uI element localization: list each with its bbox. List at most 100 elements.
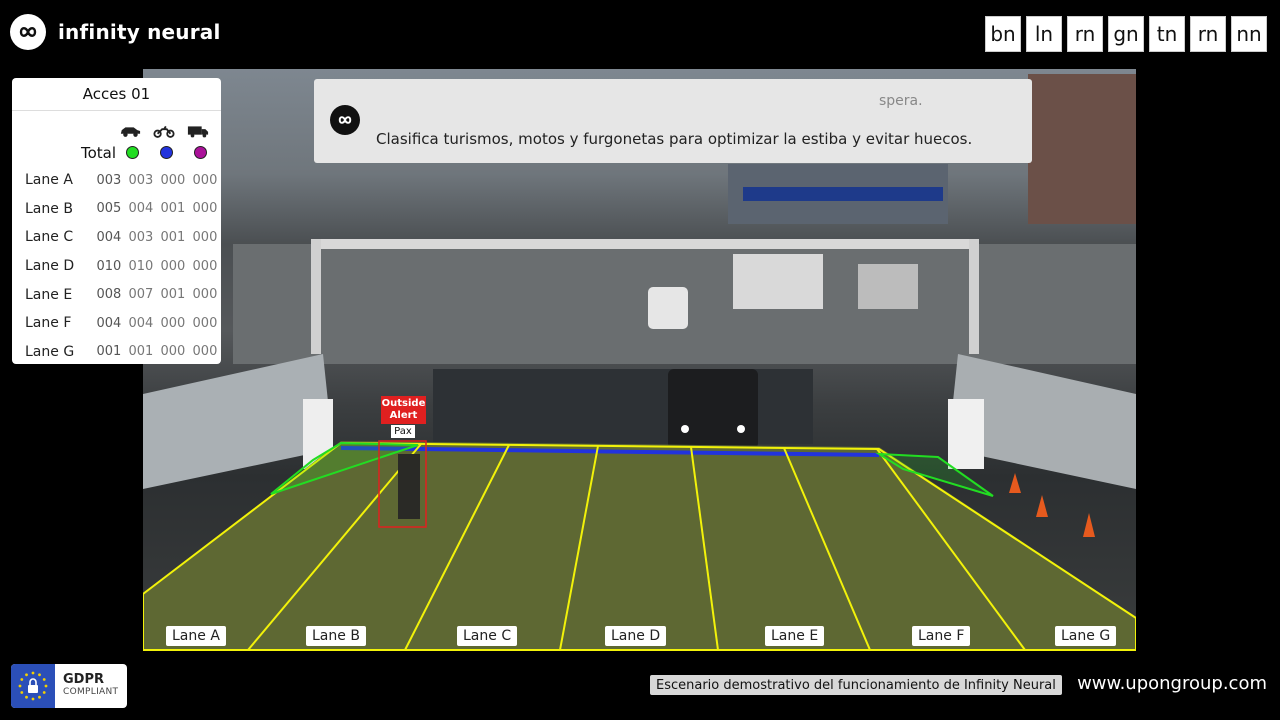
pedestrian [398, 454, 420, 519]
total-count: 003 [96, 172, 122, 188]
infinity-logo-icon [10, 14, 46, 50]
van-count: 000 [192, 344, 218, 360]
banner-text: Clasifica turismos, motos y furgonetas p… [376, 130, 973, 148]
moto-count: 001 [160, 201, 186, 217]
car-icon [120, 127, 141, 137]
total-count: 004 [96, 229, 122, 245]
white-car [648, 287, 688, 329]
van [858, 264, 918, 309]
top-tabs: bn ln rn gn tn rn nn [985, 16, 1267, 52]
lane-name: Lane A [25, 172, 73, 189]
total-count: 005 [96, 201, 122, 217]
van-count: 000 [192, 229, 218, 245]
demo-caption: Escenario demostrativo del funcionamient… [650, 675, 1062, 695]
lane-label-a: Lane A [166, 626, 226, 646]
lane-name: Lane E [25, 286, 73, 303]
gate-post-right [969, 239, 979, 354]
moto-count: 000 [160, 258, 186, 274]
infinity-logo-icon [330, 105, 360, 135]
right-booth [948, 399, 984, 469]
dark-car [668, 369, 758, 449]
tab-nn[interactable]: nn [1231, 16, 1267, 52]
lane-label-g: Lane G [1055, 626, 1117, 646]
table-row: Lane A 003 003 000 000 [12, 166, 221, 195]
van-dot [194, 146, 207, 159]
vehicle-icons [119, 124, 209, 138]
table-row: Lane G 001 001 000 000 [12, 338, 221, 364]
car-count: 007 [128, 287, 154, 303]
motorbike-icon [153, 125, 175, 138]
tab-bn[interactable]: bn [985, 16, 1021, 52]
van-count: 000 [192, 172, 218, 188]
total-count: 008 [96, 287, 122, 303]
cone [1083, 513, 1095, 537]
van-count: 000 [192, 258, 218, 274]
total-count: 004 [96, 315, 122, 331]
cone [1036, 495, 1048, 517]
gdpr-badge: GDPR COMPLIANT [11, 664, 127, 708]
gate-post-left [311, 239, 321, 354]
car-count: 004 [128, 315, 154, 331]
lane-count-panel: Acces 01 Total Lane A 003 003 000 000 Lane B… [12, 78, 221, 364]
moto-count: 001 [160, 287, 186, 303]
car-count: 004 [128, 201, 154, 217]
lane-name: Lane D [25, 258, 75, 275]
info-banner: spera. Clasifica turismos, motos y furgo… [314, 79, 1032, 163]
panel-title: Acces 01 [12, 78, 221, 111]
table-row: Lane B 005 004 001 000 [12, 195, 221, 224]
van-count: 000 [192, 201, 218, 217]
moto-count: 000 [160, 315, 186, 331]
lane-label-c: Lane C [457, 626, 518, 646]
website-link[interactable]: www.upongroup.com [1077, 673, 1267, 694]
lane-label-d: Lane D [605, 626, 667, 646]
total-count: 001 [96, 344, 122, 360]
total-label: Total [81, 144, 117, 162]
tab-tn[interactable]: tn [1149, 16, 1185, 52]
brand: infinity neural [10, 14, 221, 50]
category-dots [126, 146, 207, 159]
tab-rn[interactable]: rn [1067, 16, 1103, 52]
moto-dot [160, 146, 173, 159]
table-row: Lane E 008 007 001 000 [12, 280, 221, 309]
car-dot [126, 146, 139, 159]
deck-highlight [143, 441, 1136, 651]
moto-count: 000 [160, 172, 186, 188]
gdpr-subtitle: COMPLIANT [63, 687, 119, 697]
van-count: 000 [192, 315, 218, 331]
table-row: Lane C 004 003 001 000 [12, 223, 221, 252]
headlight [681, 425, 689, 433]
headlight [737, 425, 745, 433]
van-icon [187, 126, 209, 138]
alert-line-1: Outside [381, 398, 426, 409]
lane-label-f: Lane F [912, 626, 971, 646]
lane-name: Lane F [25, 315, 72, 332]
tab-gn[interactable]: gn [1108, 16, 1144, 52]
total-count: 010 [96, 258, 122, 274]
gate-beam [311, 239, 979, 249]
lane-label-b: Lane B [306, 626, 366, 646]
banner-faded-text: spera. [879, 93, 923, 109]
tab-rn-2[interactable]: rn [1190, 16, 1226, 52]
truck [733, 254, 823, 309]
lane-name: Lane B [25, 200, 73, 217]
table-row: Lane D 010 010 000 000 [12, 252, 221, 281]
gdpr-title: GDPR [63, 672, 104, 687]
car-count: 001 [128, 344, 154, 360]
table-row: Lane F 004 004 000 000 [12, 309, 221, 338]
eu-lock-icon [11, 664, 55, 708]
outside-alert-label: Outside Alert [381, 396, 426, 424]
lane-label-e: Lane E [765, 626, 825, 646]
moto-count: 001 [160, 229, 186, 245]
van-count: 000 [192, 287, 218, 303]
tab-ln[interactable]: ln [1026, 16, 1062, 52]
moto-count: 000 [160, 344, 186, 360]
car-count: 003 [128, 229, 154, 245]
pax-tag: Pax [391, 425, 415, 438]
lane-name: Lane G [25, 343, 75, 360]
count-rows: Lane A 003 003 000 000 Lane B 005 004 001 000 La… [12, 166, 221, 364]
cone [1009, 473, 1021, 493]
lane-name: Lane C [25, 229, 74, 246]
alert-line-2: Alert [389, 410, 418, 421]
building [1028, 74, 1136, 224]
station-canopy [743, 187, 943, 201]
